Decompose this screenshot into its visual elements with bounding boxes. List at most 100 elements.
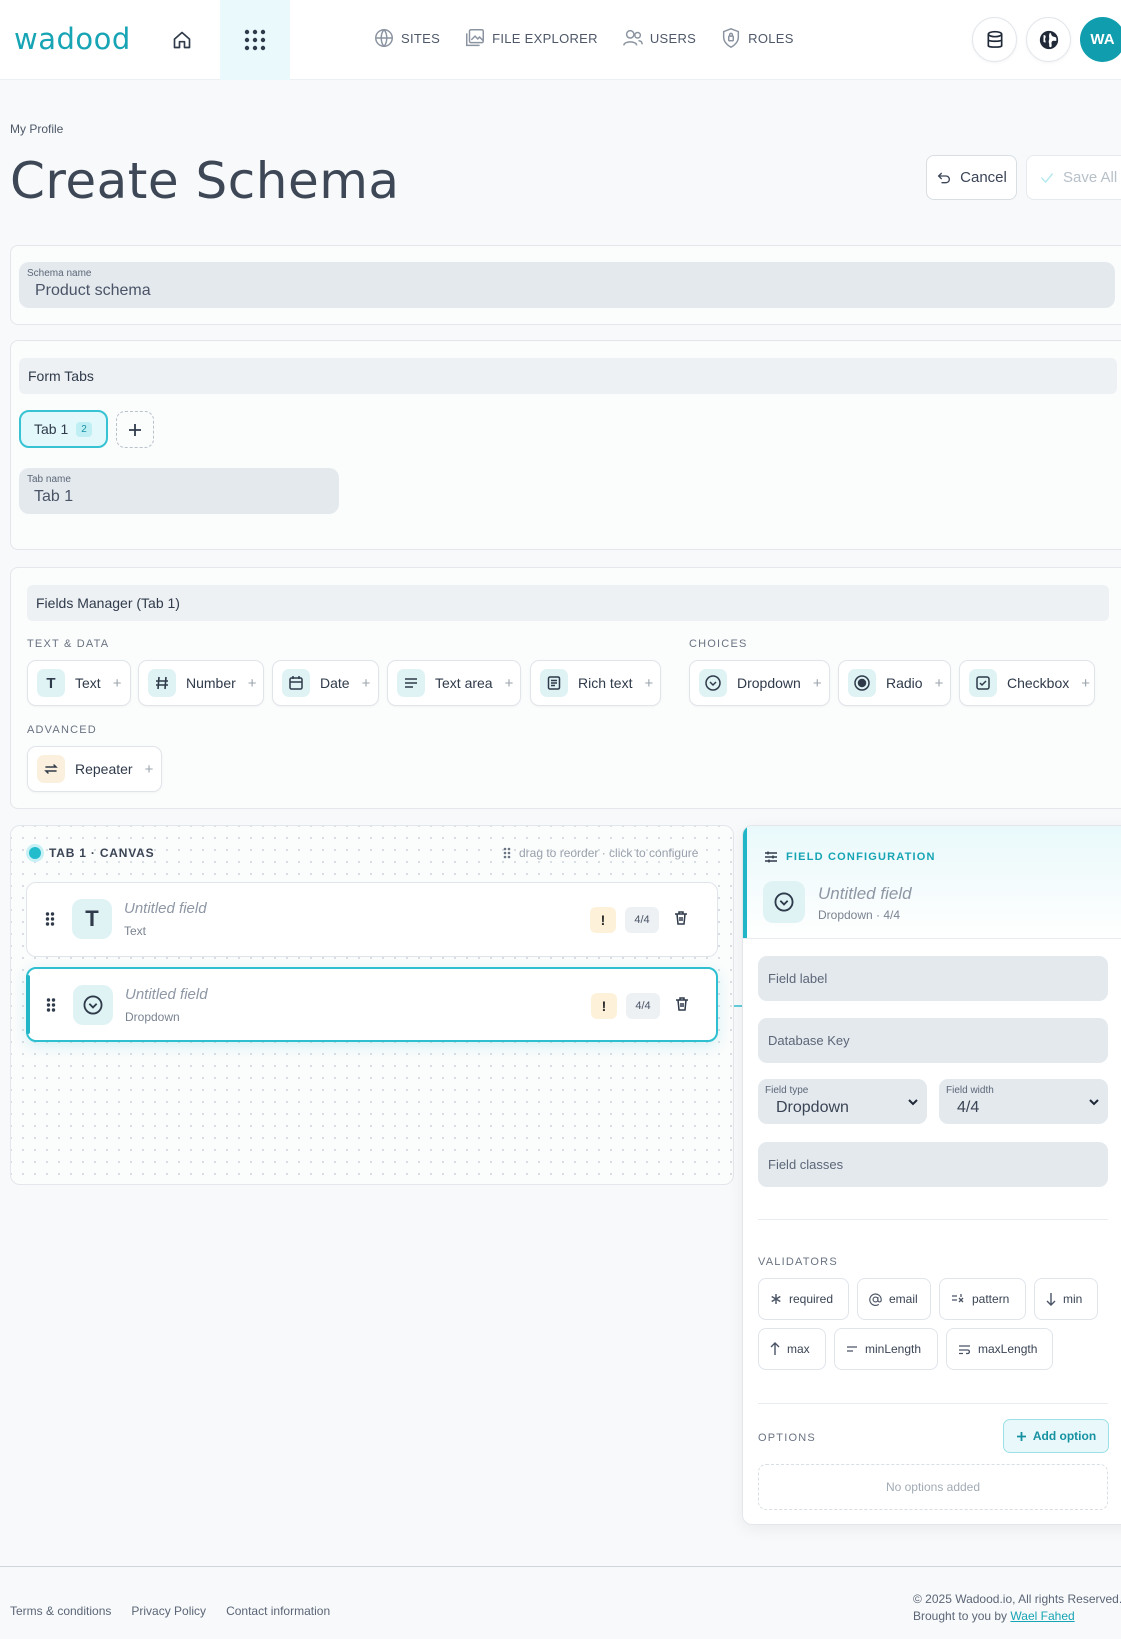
chevron-circle-icon: [73, 985, 113, 1025]
add-tab-button[interactable]: [116, 411, 154, 448]
tab-1[interactable]: Tab 1 2: [19, 410, 108, 448]
chip-date-plus: +: [361, 674, 371, 692]
fields-manager-title: Fields Manager (Tab 1): [27, 585, 1109, 621]
chip-number-label: Number: [186, 675, 236, 691]
chip-text[interactable]: T Text +: [27, 660, 131, 706]
chip-rich-text[interactable]: Rich text +: [530, 660, 661, 706]
undo-icon: [937, 172, 951, 183]
canvas-hint-label: drag to reorder · click to configure: [519, 846, 699, 860]
top-header: wadood SITES FILE EXPLORER USERS ROLES W…: [0, 0, 1121, 80]
field-type-select[interactable]: Field type Dropdown: [758, 1079, 927, 1124]
cancel-button[interactable]: Cancel: [926, 155, 1017, 200]
divider: [758, 1403, 1108, 1404]
chip-dropdown[interactable]: Dropdown +: [689, 660, 830, 706]
footer-copyright-block: © 2025 Wadood.io, All rights Reserved. B…: [913, 1591, 1121, 1625]
chip-text-area[interactable]: Text area +: [387, 660, 521, 706]
field-name: Untitled field: [124, 900, 207, 917]
drag-handle-icon[interactable]: [46, 997, 56, 1013]
chip-repeater[interactable]: Repeater +: [27, 746, 162, 792]
tab-1-count-badge: 2: [76, 421, 92, 437]
field-width-select[interactable]: Field width 4/4: [939, 1079, 1108, 1124]
trash-icon[interactable]: [674, 996, 690, 1012]
shield-icon: [723, 28, 740, 48]
field-type-value: Dropdown: [776, 1099, 849, 1116]
cancel-label: Cancel: [960, 169, 1007, 186]
group-text-data: TEXT & DATA: [27, 638, 110, 650]
nav-file-explorer-label: FILE EXPLORER: [492, 30, 598, 46]
trash-icon[interactable]: [673, 910, 689, 926]
tab-name-field[interactable]: Tab name Tab 1: [19, 468, 339, 514]
schema-name-label: Schema name: [27, 268, 92, 279]
check-icon: [1040, 172, 1054, 183]
drag-handle-icon[interactable]: [45, 911, 55, 927]
field-label-input[interactable]: Field label: [758, 956, 1108, 1001]
tab-name-value: Tab 1: [34, 488, 74, 505]
chevron-down-icon: [908, 1099, 918, 1106]
main-nav: SITES FILE EXPLORER USERS ROLES: [373, 27, 794, 49]
images-icon: [466, 29, 485, 47]
live-dot: [29, 847, 41, 859]
group-choices: CHOICES: [689, 638, 748, 650]
chip-checkbox-plus: +: [1081, 674, 1091, 692]
add-option-button[interactable]: Add option: [1003, 1419, 1109, 1453]
wrap-lines-icon: [959, 1344, 970, 1354]
language-button[interactable]: [1026, 17, 1071, 62]
add-option-label: Add option: [1032, 1429, 1097, 1443]
breadcrumb[interactable]: My Profile: [10, 122, 63, 136]
nav-sites-label: SITES: [401, 30, 441, 46]
chip-dropdown-label: Dropdown: [737, 675, 801, 691]
validator-max[interactable]: max: [758, 1328, 826, 1370]
schema-name-field[interactable]: Schema name Product schema: [19, 262, 1115, 308]
config-title: FIELD CONFIGURATION: [764, 850, 936, 864]
field-type-label: Field type: [765, 1085, 809, 1096]
nav-users[interactable]: USERS: [622, 27, 696, 49]
field-width-value: 4/4: [957, 1099, 980, 1116]
logo[interactable]: wadood: [14, 22, 131, 56]
validator-pattern-label: pattern: [972, 1292, 1010, 1306]
chip-text-area-label: Text area: [435, 675, 493, 691]
validator-required[interactable]: required: [758, 1278, 849, 1320]
plus-icon: [129, 423, 141, 436]
database-button[interactable]: [972, 17, 1017, 62]
validator-minlength[interactable]: minLength: [834, 1328, 938, 1370]
footer-copyright: © 2025 Wadood.io, All rights Reserved.: [913, 1592, 1121, 1606]
chip-checkbox[interactable]: Checkbox +: [959, 660, 1095, 706]
schema-name-value: Product schema: [35, 282, 151, 299]
validator-max-label: max: [787, 1342, 810, 1356]
field-classes-input[interactable]: Field classes: [758, 1142, 1108, 1187]
chip-date[interactable]: Date +: [272, 660, 379, 706]
footer-link-contact[interactable]: Contact information: [226, 1604, 330, 1618]
validator-min[interactable]: min: [1034, 1278, 1098, 1320]
validator-pattern[interactable]: pattern: [939, 1278, 1026, 1320]
calendar-icon: [282, 669, 310, 697]
validator-maxlength[interactable]: maxLength: [946, 1328, 1053, 1370]
apps-menu-button[interactable]: [220, 0, 290, 80]
footer-author-link[interactable]: Wael Fahed: [1010, 1609, 1074, 1623]
tab-1-label: Tab 1: [34, 421, 69, 437]
home-button[interactable]: [166, 24, 198, 56]
grid-dots-icon: [244, 29, 266, 51]
avatar[interactable]: WA: [1080, 17, 1121, 62]
chip-number[interactable]: Number +: [138, 660, 264, 706]
chip-radio[interactable]: Radio +: [838, 660, 951, 706]
footer-link-privacy[interactable]: Privacy Policy: [131, 1604, 206, 1618]
regex-icon: [952, 1294, 964, 1303]
validators-title: VALIDATORS: [758, 1256, 838, 1268]
canvas-field-text[interactable]: T Untitled field Text ! 4/4: [26, 882, 718, 957]
canvas-field-dropdown[interactable]: Untitled field Dropdown ! 4/4: [26, 967, 758, 1042]
repeat-icon: [37, 755, 65, 783]
earth-icon: [1039, 30, 1058, 49]
group-advanced: ADVANCED: [27, 724, 97, 736]
database-key-input[interactable]: Database Key: [758, 1018, 1108, 1063]
validator-email[interactable]: email: [857, 1278, 931, 1320]
footer-credit: Brought to you by Wael Fahed: [913, 1608, 1121, 1625]
globe-icon: [375, 29, 393, 47]
save-all-button[interactable]: Save All: [1026, 155, 1121, 200]
field-width-label: Field width: [946, 1085, 994, 1096]
nav-file-explorer[interactable]: FILE EXPLORER: [464, 27, 598, 49]
nav-sites[interactable]: SITES: [373, 27, 440, 49]
footer-link-terms[interactable]: Terms & conditions: [10, 1604, 111, 1618]
config-field-sub: Dropdown · 4/4: [818, 908, 901, 922]
nav-roles[interactable]: ROLES: [720, 27, 794, 49]
validator-required-label: required: [789, 1292, 834, 1306]
